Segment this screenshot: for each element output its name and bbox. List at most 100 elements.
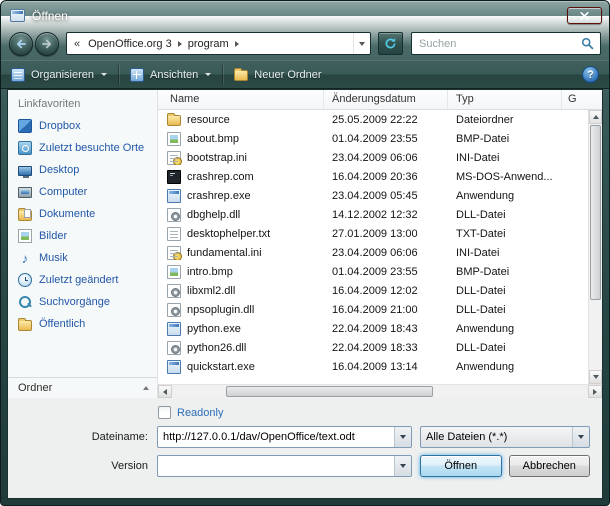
readonly-label[interactable]: Readonly [177,407,223,419]
breadcrumb-overflow-chevron[interactable]: « [67,38,83,50]
sidebar-item[interactable]: Bilder [8,225,157,247]
file-date: 22.04.2009 18:33 [324,342,448,354]
open-button[interactable]: Öffnen [420,455,502,477]
views-button[interactable]: Ansichten [120,61,221,88]
file-date: 27.01.2009 13:00 [324,228,448,240]
search-icon[interactable] [581,37,594,50]
file-list-view: Name Änderungsdatum Typ G resource 25.05… [158,90,602,398]
file-row[interactable]: crashrep.com 16.04.2009 20:36 MS-DOS-Anw… [158,167,588,186]
sidebar-item[interactable]: Zuletzt besuchte Orte [8,137,157,159]
chevron-down-icon [101,73,107,76]
file-row[interactable]: python.exe 22.04.2009 18:43 Anwendung [158,319,588,338]
sidebar-item[interactable]: Öffentlich [8,313,157,335]
dialog-buttons: Öffnen Abbrechen [420,455,590,477]
toolbar-separator [118,65,119,84]
column-header-name[interactable]: Name [158,90,324,109]
back-arrow-icon [15,38,27,50]
file-row[interactable]: quickstart.exe 16.04.2009 13:14 Anwendun… [158,357,588,376]
sidebar-item[interactable]: Suchvorgänge [8,291,157,313]
search-box[interactable] [411,32,601,55]
breadcrumb-item[interactable]: program [183,38,234,50]
filename-dropdown-button[interactable] [394,427,411,447]
file-type-icon [167,170,181,184]
sidebar-item-label: Computer [39,186,87,198]
file-name: dbghelp.dll [187,209,240,221]
help-button[interactable]: ? [582,66,599,83]
forward-button[interactable] [35,32,59,56]
file-name-cell: bootstrap.ini [158,151,324,165]
sidebar-item[interactable]: Musik [8,247,157,269]
filetype-value: Alle Dateien (*.*) [421,427,572,447]
chevron-down-icon [578,435,584,439]
sidebar-item-label: Öffentlich [39,318,85,330]
filename-combobox[interactable] [157,426,412,448]
file-name-cell: about.bmp [158,132,324,146]
vertical-scrollbar[interactable] [588,110,602,384]
sidebar-item-label: Bilder [39,230,67,242]
column-header-type[interactable]: Typ [448,90,562,109]
breadcrumb-item[interactable]: OpenOffice.org 3 [83,38,177,50]
navigation-bar: « OpenOffice.org 3 program [1,27,609,60]
sidebar-item[interactable]: Computer [8,181,157,203]
sidebar-item[interactable]: Dokumente [8,203,157,225]
file-date: 16.04.2009 21:00 [324,304,448,316]
column-header-date[interactable]: Änderungsdatum [324,90,448,109]
file-row[interactable]: about.bmp 01.04.2009 23:55 BMP-Datei [158,129,588,148]
column-header-size[interactable]: G [562,90,602,109]
file-row[interactable]: crashrep.exe 23.04.2009 05:45 Anwendung [158,186,588,205]
file-name: quickstart.exe [187,361,255,373]
file-date: 23.04.2009 06:06 [324,152,448,164]
sidebar-item[interactable]: Zuletzt geändert [8,269,157,291]
address-dropdown-button[interactable] [354,33,370,54]
cancel-button[interactable]: Abbrechen [509,455,591,477]
sidebar-item[interactable]: Desktop [8,159,157,181]
scroll-right-button[interactable] [588,385,602,398]
file-row[interactable]: resource 25.05.2009 22:22 Dateiordner [158,110,588,129]
organize-button[interactable]: Organisieren [1,61,117,88]
sidebar-item[interactable]: Dropbox [8,115,157,137]
scroll-up-button[interactable] [589,110,602,124]
file-date: 16.04.2009 20:36 [324,171,448,183]
version-combobox[interactable] [157,455,412,477]
file-row[interactable]: python26.dll 22.04.2009 18:33 DLL-Datei [158,338,588,357]
file-row[interactable]: dbghelp.dll 14.12.2002 12:32 DLL-Datei [158,205,588,224]
filetype-dropdown-button[interactable] [572,427,589,447]
file-row[interactable]: npsoplugin.dll 16.04.2009 21:00 DLL-Date… [158,300,588,319]
navigation-pane: Linkfavoriten Dropbox Zuletzt besuchte O… [8,90,158,398]
version-dropdown-button[interactable] [394,456,411,476]
scroll-left-button[interactable] [158,385,172,398]
file-type: DLL-Datei [448,285,562,297]
readonly-checkbox[interactable] [158,406,171,419]
file-type: MS-DOS-Anwend... [448,171,562,183]
forward-arrow-icon [41,38,53,50]
file-name: intro.bmp [187,266,233,278]
new-folder-button[interactable]: Neuer Ordner [224,61,331,88]
horizontal-scroll-thumb[interactable] [226,386,433,397]
filename-input[interactable] [158,427,394,447]
scroll-down-button[interactable] [589,370,602,384]
sidebar-item-label: Dokumente [39,208,95,220]
file-row[interactable]: libxml2.dll 16.04.2009 12:02 DLL-Datei [158,281,588,300]
breadcrumb-separator-icon[interactable] [235,41,239,47]
file-name-cell: python.exe [158,322,324,336]
file-row[interactable]: bootstrap.ini 23.04.2009 06:06 INI-Datei [158,148,588,167]
sidebar-item-label: Musik [39,252,68,264]
refresh-button[interactable] [378,32,403,55]
file-row[interactable]: desktophelper.txt 27.01.2009 13:00 TXT-D… [158,224,588,243]
file-row[interactable]: fundamental.ini 23.04.2009 06:06 INI-Dat… [158,243,588,262]
file-type: DLL-Datei [448,209,562,221]
breadcrumb-separator-icon[interactable] [178,41,182,47]
horizontal-scrollbar[interactable] [158,384,602,398]
file-type-icon [167,189,181,203]
file-row[interactable]: intro.bmp 01.04.2009 23:55 BMP-Datei [158,262,588,281]
filetype-combobox[interactable]: Alle Dateien (*.*) [420,426,590,448]
file-name-cell: fundamental.ini [158,246,324,260]
triangle-up-icon [593,115,599,119]
file-type-icon [167,341,181,355]
back-button[interactable] [9,32,33,56]
close-button[interactable] [567,7,602,24]
folders-expander[interactable]: Ordner [8,377,157,398]
file-type: Anwendung [448,190,562,202]
search-input[interactable] [416,38,581,50]
vertical-scroll-thumb[interactable] [590,125,601,300]
